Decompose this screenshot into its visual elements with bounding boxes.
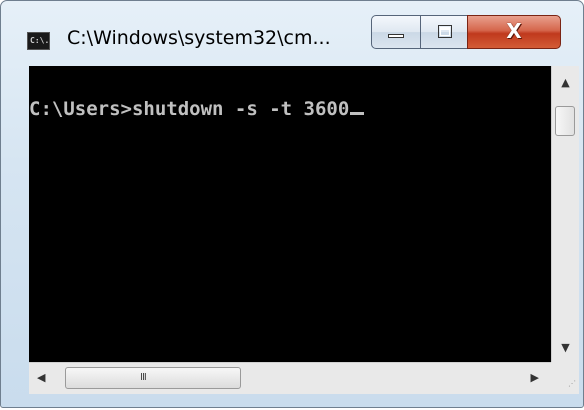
scroll-right-icon[interactable]: ▶ (531, 371, 539, 384)
app-icon-label: C:\. (30, 36, 50, 45)
maximize-icon (438, 25, 452, 38)
prompt-text: C:\Users> (29, 98, 132, 120)
scroll-down-icon[interactable]: ▼ (552, 341, 579, 354)
horizontal-scroll-thumb[interactable]: III (65, 367, 241, 389)
vertical-scrollbar[interactable]: ▲ ▼ (551, 66, 579, 362)
window-title: C:\Windows\system32\cm... (67, 27, 331, 49)
scroll-up-icon[interactable]: ▲ (552, 76, 579, 89)
vertical-scroll-thumb[interactable] (555, 106, 575, 136)
command-line: C:\Users>shutdown -s -t 3600 (29, 98, 365, 120)
maximize-button[interactable] (420, 15, 468, 49)
close-button[interactable]: X (467, 15, 561, 49)
minimize-button[interactable] (371, 15, 421, 49)
horizontal-scrollbar[interactable]: ◀ III ▶ (29, 362, 551, 394)
thumb-grip-icon: III (140, 372, 147, 383)
console-window: C:\. C:\Windows\system32\cm... X C:\User… (0, 0, 584, 408)
resize-grip[interactable]: ⋰ (551, 362, 579, 394)
title-bar[interactable]: C:\. C:\Windows\system32\cm... X (1, 1, 583, 63)
resize-grip-icon: ⋰ (568, 379, 576, 388)
scroll-left-icon[interactable]: ◀ (37, 371, 45, 384)
minimize-icon (388, 34, 404, 38)
command-text: shutdown -s -t 3600 (131, 98, 350, 120)
console-app-icon[interactable]: C:\. (27, 32, 50, 50)
console-output-area[interactable]: C:\Users>shutdown -s -t 3600 (29, 66, 551, 362)
text-cursor (350, 112, 365, 115)
close-icon: X (506, 19, 522, 43)
